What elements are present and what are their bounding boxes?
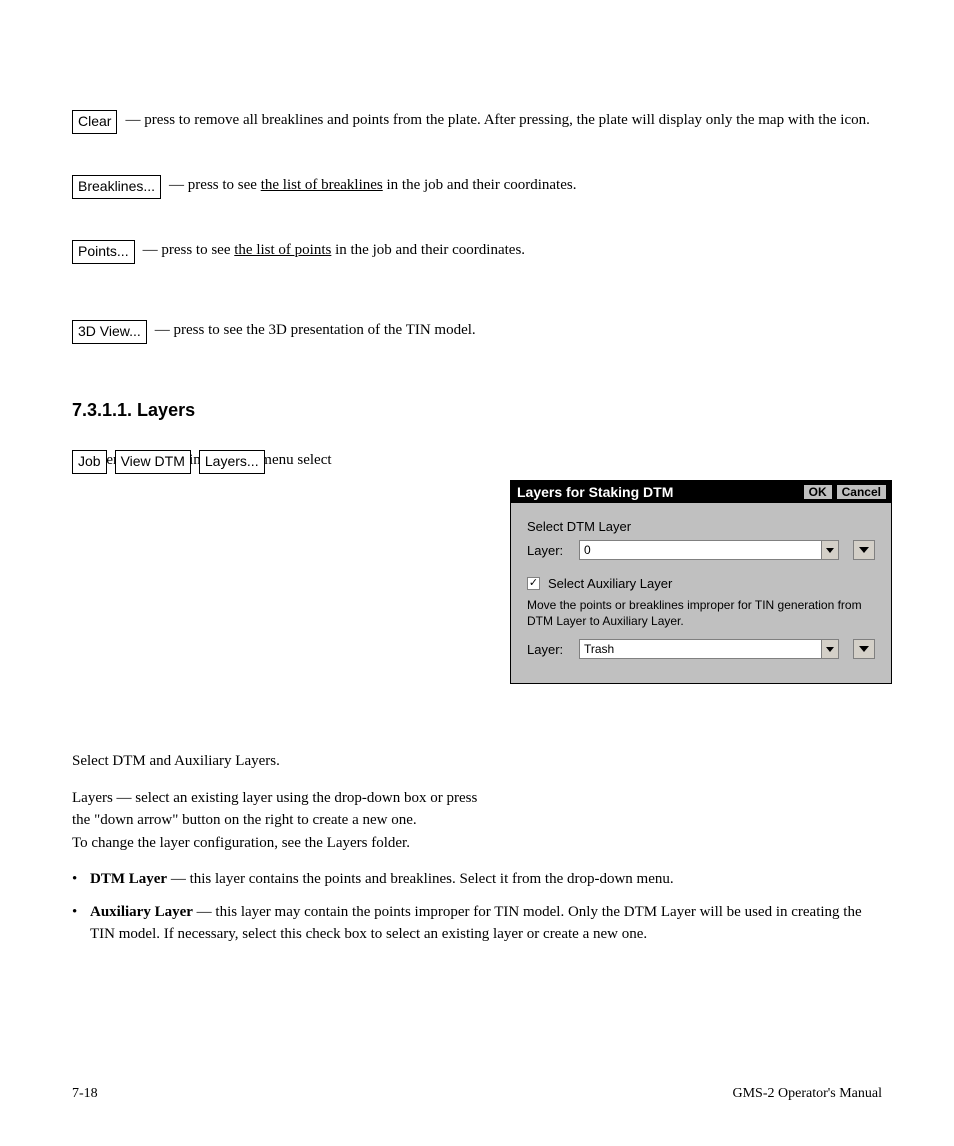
select-dtm-label: Select DTM Layer <box>527 519 875 534</box>
path-layers-button[interactable]: Layers... <box>199 450 265 474</box>
breaklines-link[interactable]: the list of breaklines <box>261 177 383 193</box>
breaklines-description: — press to see the list of breaklines in… <box>169 175 882 195</box>
breaklines-button[interactable]: Breaklines... <box>72 175 161 199</box>
dtm-layer-new-button[interactable] <box>853 540 875 560</box>
dtm-layer-select[interactable]: 0 <box>579 540 821 560</box>
path-viewdtm-button[interactable]: View DTM <box>115 450 191 474</box>
path-job-button[interactable]: Job <box>72 450 107 474</box>
aux-layer-dropdown-icon[interactable] <box>821 639 839 659</box>
page-number: 7-18 <box>72 1086 98 1102</box>
section-heading: 7.3.1.1. Layers <box>72 400 195 421</box>
below-line2b: the "down arrow" button on the right to … <box>72 809 882 832</box>
dialog-ok-button[interactable]: OK <box>803 484 833 500</box>
aux-layer-new-button[interactable] <box>853 639 875 659</box>
bullet-dtm-layer: • DTM Layer — this layer contains the po… <box>72 868 882 891</box>
layer-label-2: Layer: <box>527 642 571 657</box>
dialog-cancel-button[interactable]: Cancel <box>836 484 887 500</box>
clear-button[interactable]: Clear <box>72 110 117 134</box>
below-line3: To change the layer configuration, see t… <box>72 832 882 855</box>
clear-description: — press to remove all breaklines and poi… <box>125 110 882 130</box>
below-line1: Select DTM and Auxiliary Layers. <box>72 750 882 773</box>
below-line2a: Layers — select an existing layer using … <box>72 787 882 810</box>
aux-layer-checkbox[interactable]: ✓ <box>527 577 540 590</box>
dialog-titlebar: Layers for Staking DTM OK Cancel <box>511 481 891 503</box>
aux-hint: Move the points or breaklines improper f… <box>527 597 875 629</box>
layers-dialog: Layers for Staking DTM OK Cancel Select … <box>510 480 892 684</box>
manual-title: GMS-2 Operator's Manual <box>733 1086 883 1102</box>
aux-layer-select[interactable]: Trash <box>579 639 821 659</box>
points-button[interactable]: Points... <box>72 240 135 264</box>
layer-label-1: Layer: <box>527 543 571 558</box>
bullet-aux-layer: • Auxiliary Layer — this layer may conta… <box>72 901 882 946</box>
dialog-title-text: Layers for Staking DTM <box>517 484 673 500</box>
3dview-description: — press to see the 3D presentation of th… <box>155 320 882 340</box>
3dview-button[interactable]: 3D View... <box>72 320 147 344</box>
points-link[interactable]: the list of points <box>234 242 331 258</box>
dtm-layer-dropdown-icon[interactable] <box>821 540 839 560</box>
points-description: — press to see the list of points in the… <box>143 240 882 260</box>
aux-layer-checkbox-label: Select Auxiliary Layer <box>548 576 672 591</box>
